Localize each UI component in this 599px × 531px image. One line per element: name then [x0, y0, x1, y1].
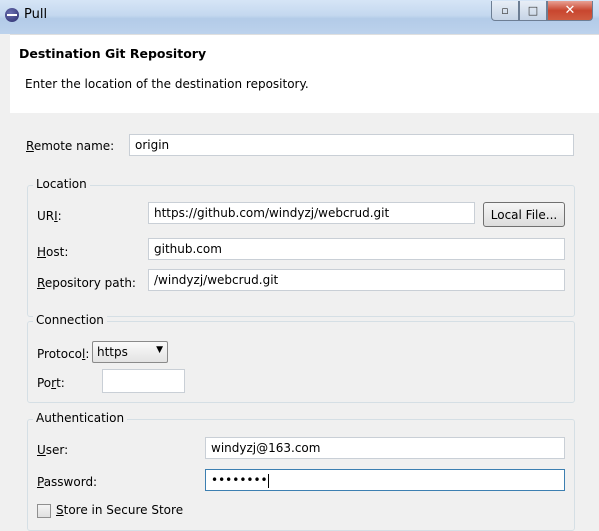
repository-path-input[interactable]: /windyzj/webcrud.git	[148, 269, 565, 291]
local-file-button[interactable]: Local File...	[483, 202, 565, 227]
protocol-label: Protocol:	[37, 347, 90, 361]
title-bar[interactable]: Pull ▫ □ ✕	[0, 0, 599, 34]
window-title: Pull	[24, 7, 48, 22]
authentication-legend: Authentication	[33, 411, 128, 425]
page-title: Destination Git Repository	[19, 46, 207, 61]
wizard-body: Remote name: origin Location URI: https:…	[10, 113, 599, 531]
close-button[interactable]: ✕	[547, 1, 593, 21]
uri-input[interactable]: https://github.com/windyzj/webcrud.git	[148, 202, 475, 224]
port-label: Port:	[37, 376, 65, 390]
password-label: Password:	[37, 475, 98, 489]
connection-legend: Connection	[33, 313, 107, 327]
protocol-value: https	[97, 345, 128, 359]
close-icon: ✕	[564, 3, 576, 18]
remote-name-label: Remote name:	[26, 139, 115, 153]
repository-path-label: Repository path:	[37, 276, 136, 290]
maximize-button[interactable]: □	[519, 1, 547, 21]
minimize-button[interactable]: ▫	[491, 1, 519, 21]
user-label: User:	[37, 443, 69, 457]
host-label: Host:	[37, 245, 69, 259]
wizard-header: Destination Git Repository Enter the loc…	[10, 34, 599, 114]
window-controls: ▫ □ ✕	[491, 1, 593, 21]
pull-dialog: Pull ▫ □ ✕ Destination Git Repository En…	[0, 0, 599, 531]
protocol-select[interactable]: https ▼	[92, 341, 168, 363]
maximize-icon: □	[527, 4, 539, 17]
store-secure-checkbox[interactable]	[37, 504, 51, 518]
minimize-icon: ▫	[501, 4, 509, 17]
location-legend: Location	[33, 177, 90, 191]
uri-label: URI:	[37, 209, 62, 223]
port-input[interactable]	[102, 369, 185, 393]
dropdown-arrow-icon: ▼	[156, 345, 163, 355]
store-secure-label[interactable]: Store in Secure Store	[56, 503, 183, 517]
host-input[interactable]: github.com	[148, 238, 565, 260]
password-input[interactable]: ••••••••	[205, 469, 565, 491]
password-mask: ••••••••	[211, 473, 268, 487]
remote-name-input[interactable]: origin	[129, 134, 574, 156]
eclipse-icon	[5, 8, 19, 22]
user-input[interactable]: windyzj@163.com	[205, 437, 565, 459]
text-caret	[267, 473, 269, 488]
page-description: Enter the location of the destination re…	[25, 77, 309, 91]
